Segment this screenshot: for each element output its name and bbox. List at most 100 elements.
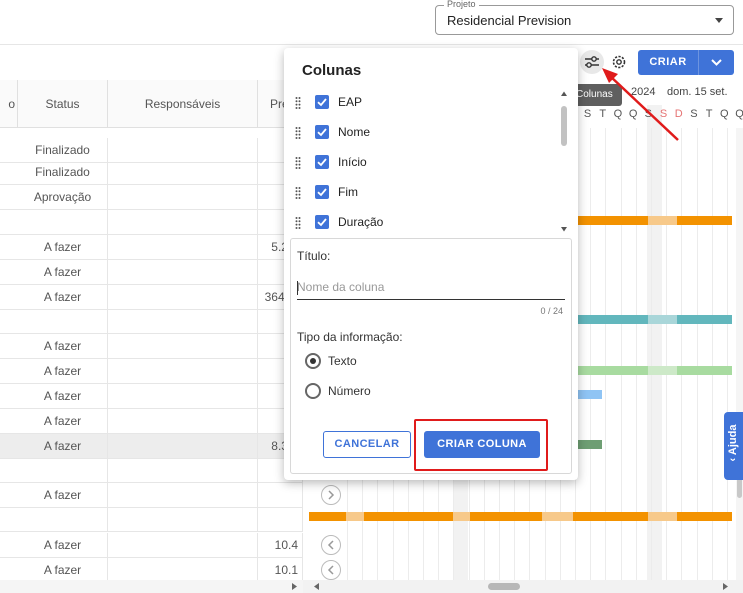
char-counter: 0 / 24 bbox=[540, 306, 563, 316]
columns-list-scrollbar-thumb[interactable] bbox=[561, 106, 567, 146]
gantt-task-bar[interactable] bbox=[648, 366, 677, 375]
gantt-task-bar[interactable] bbox=[470, 512, 542, 521]
responsaveis-cell bbox=[108, 210, 258, 234]
scroll-to-task-button[interactable] bbox=[321, 560, 341, 580]
table-row[interactable] bbox=[0, 210, 303, 235]
status-cell: Aprovação bbox=[18, 185, 108, 209]
responsaveis-cell bbox=[108, 458, 258, 482]
gantt-task-bar[interactable] bbox=[677, 216, 732, 225]
cancel-button[interactable]: CANCELAR bbox=[323, 431, 411, 458]
table-row[interactable]: A fazer 10.4 bbox=[0, 533, 303, 558]
drag-handle-icon[interactable] bbox=[295, 156, 301, 170]
create-dropdown-button[interactable] bbox=[699, 50, 734, 75]
table-row[interactable]: Finalizado bbox=[0, 160, 303, 185]
arrow-right-icon[interactable] bbox=[290, 582, 300, 591]
arrow-down-icon[interactable] bbox=[560, 226, 568, 233]
gantt-task-bar[interactable] bbox=[364, 512, 453, 521]
gantt-task-bar[interactable] bbox=[573, 512, 648, 521]
column-checkbox[interactable] bbox=[315, 215, 329, 229]
table-horizontal-scrollbar[interactable] bbox=[0, 580, 303, 593]
column-header-status[interactable]: Status bbox=[18, 80, 108, 128]
drag-handle-icon[interactable] bbox=[295, 216, 301, 230]
status-cell: Finalizado bbox=[18, 138, 108, 162]
gantt-task-bar[interactable] bbox=[346, 512, 364, 521]
scroll-to-task-button[interactable] bbox=[321, 535, 341, 555]
checkmark-icon bbox=[317, 188, 327, 197]
predecessor-cell bbox=[258, 507, 303, 531]
table-row[interactable] bbox=[0, 458, 303, 483]
status-cell bbox=[18, 507, 108, 531]
title-label: Título: bbox=[297, 249, 331, 263]
table-row[interactable]: A fazer bbox=[0, 260, 303, 285]
table-row[interactable]: A fazer bbox=[0, 384, 303, 409]
table-row[interactable]: A fazer bbox=[0, 334, 303, 359]
drag-handle-icon[interactable] bbox=[295, 96, 301, 110]
gantt-horizontal-scrollbar[interactable] bbox=[303, 580, 743, 593]
radio-label[interactable]: Número bbox=[328, 384, 371, 398]
column-title-input[interactable] bbox=[297, 274, 565, 300]
column-item[interactable]: EAP bbox=[292, 88, 552, 118]
radio-texto[interactable] bbox=[305, 353, 321, 369]
column-header-responsaveis[interactable]: Responsáveis bbox=[108, 80, 258, 128]
responsaveis-cell bbox=[108, 334, 258, 358]
column-header-stub[interactable]: o bbox=[0, 80, 18, 128]
gantt-task-bar[interactable] bbox=[578, 315, 648, 324]
gantt-task-bar[interactable] bbox=[578, 440, 602, 449]
status-cell: A fazer bbox=[18, 334, 108, 358]
table-row[interactable]: A fazer 36400 bbox=[0, 285, 303, 310]
arrow-up-icon[interactable] bbox=[560, 90, 568, 97]
weekday-label: T bbox=[705, 108, 713, 120]
gantt-task-bar[interactable] bbox=[648, 315, 677, 324]
help-tab[interactable]: ‹ Ajuda bbox=[724, 412, 743, 480]
column-checkbox[interactable] bbox=[315, 155, 329, 169]
table-row[interactable]: Aprovação bbox=[0, 185, 303, 210]
scroll-to-task-button[interactable] bbox=[321, 485, 341, 505]
column-item[interactable]: Fim bbox=[292, 178, 552, 208]
text-cursor bbox=[297, 281, 298, 295]
table-row[interactable] bbox=[0, 309, 303, 334]
table-row[interactable]: A fazer5.2.1 bbox=[0, 235, 303, 260]
gantt-task-bar[interactable] bbox=[648, 216, 677, 225]
status-cell: A fazer bbox=[18, 260, 108, 284]
radio-label[interactable]: Texto bbox=[328, 354, 357, 368]
column-checkbox[interactable] bbox=[315, 95, 329, 109]
drag-handle-icon[interactable] bbox=[295, 186, 301, 200]
gantt-task-bar[interactable] bbox=[677, 512, 732, 521]
columns-list-scrollbar[interactable] bbox=[559, 90, 569, 238]
drag-handle-icon[interactable] bbox=[295, 126, 301, 140]
gantt-task-bar[interactable] bbox=[648, 512, 677, 521]
column-checkbox[interactable] bbox=[315, 185, 329, 199]
column-item[interactable]: Nome bbox=[292, 118, 552, 148]
gantt-task-bar[interactable] bbox=[309, 512, 346, 521]
gantt-task-bar[interactable] bbox=[578, 390, 602, 399]
project-select[interactable]: Projeto Residencial Prevision bbox=[435, 0, 734, 35]
chevron-right-icon bbox=[328, 490, 335, 500]
gantt-task-bar[interactable] bbox=[542, 512, 573, 521]
gantt-task-bar[interactable] bbox=[677, 315, 732, 324]
gantt-task-bar[interactable] bbox=[453, 512, 470, 521]
status-cell: A fazer bbox=[18, 533, 108, 557]
arrow-left-icon[interactable] bbox=[311, 582, 321, 591]
table-row[interactable]: A fazer bbox=[0, 409, 303, 434]
table-row[interactable]: A fazer bbox=[0, 483, 303, 508]
project-select-label: Projeto bbox=[444, 0, 479, 9]
predecessor-cell bbox=[258, 483, 303, 507]
responsaveis-cell bbox=[108, 138, 258, 162]
gantt-horizontal-scrollbar-thumb[interactable] bbox=[488, 583, 520, 590]
checkmark-icon bbox=[317, 158, 327, 167]
help-tab-label: ‹ Ajuda bbox=[727, 418, 739, 468]
table-row[interactable]: A fazer8.3.1 bbox=[0, 434, 303, 459]
column-item[interactable]: Início bbox=[292, 148, 552, 178]
vertical-scrollbar[interactable] bbox=[736, 128, 743, 580]
arrow-right-icon[interactable] bbox=[721, 582, 731, 591]
responsaveis-cell bbox=[108, 160, 258, 184]
gantt-task-bar[interactable] bbox=[578, 366, 648, 375]
column-item[interactable]: Duração bbox=[292, 208, 552, 238]
gantt-task-bar[interactable] bbox=[677, 366, 732, 375]
column-checkbox[interactable] bbox=[315, 125, 329, 139]
gantt-task-bar[interactable] bbox=[578, 216, 648, 225]
radio-numero[interactable] bbox=[305, 383, 321, 399]
table-row[interactable] bbox=[0, 507, 303, 532]
column-header-stub-label: o bbox=[8, 96, 15, 111]
table-row[interactable]: A fazer bbox=[0, 359, 303, 384]
